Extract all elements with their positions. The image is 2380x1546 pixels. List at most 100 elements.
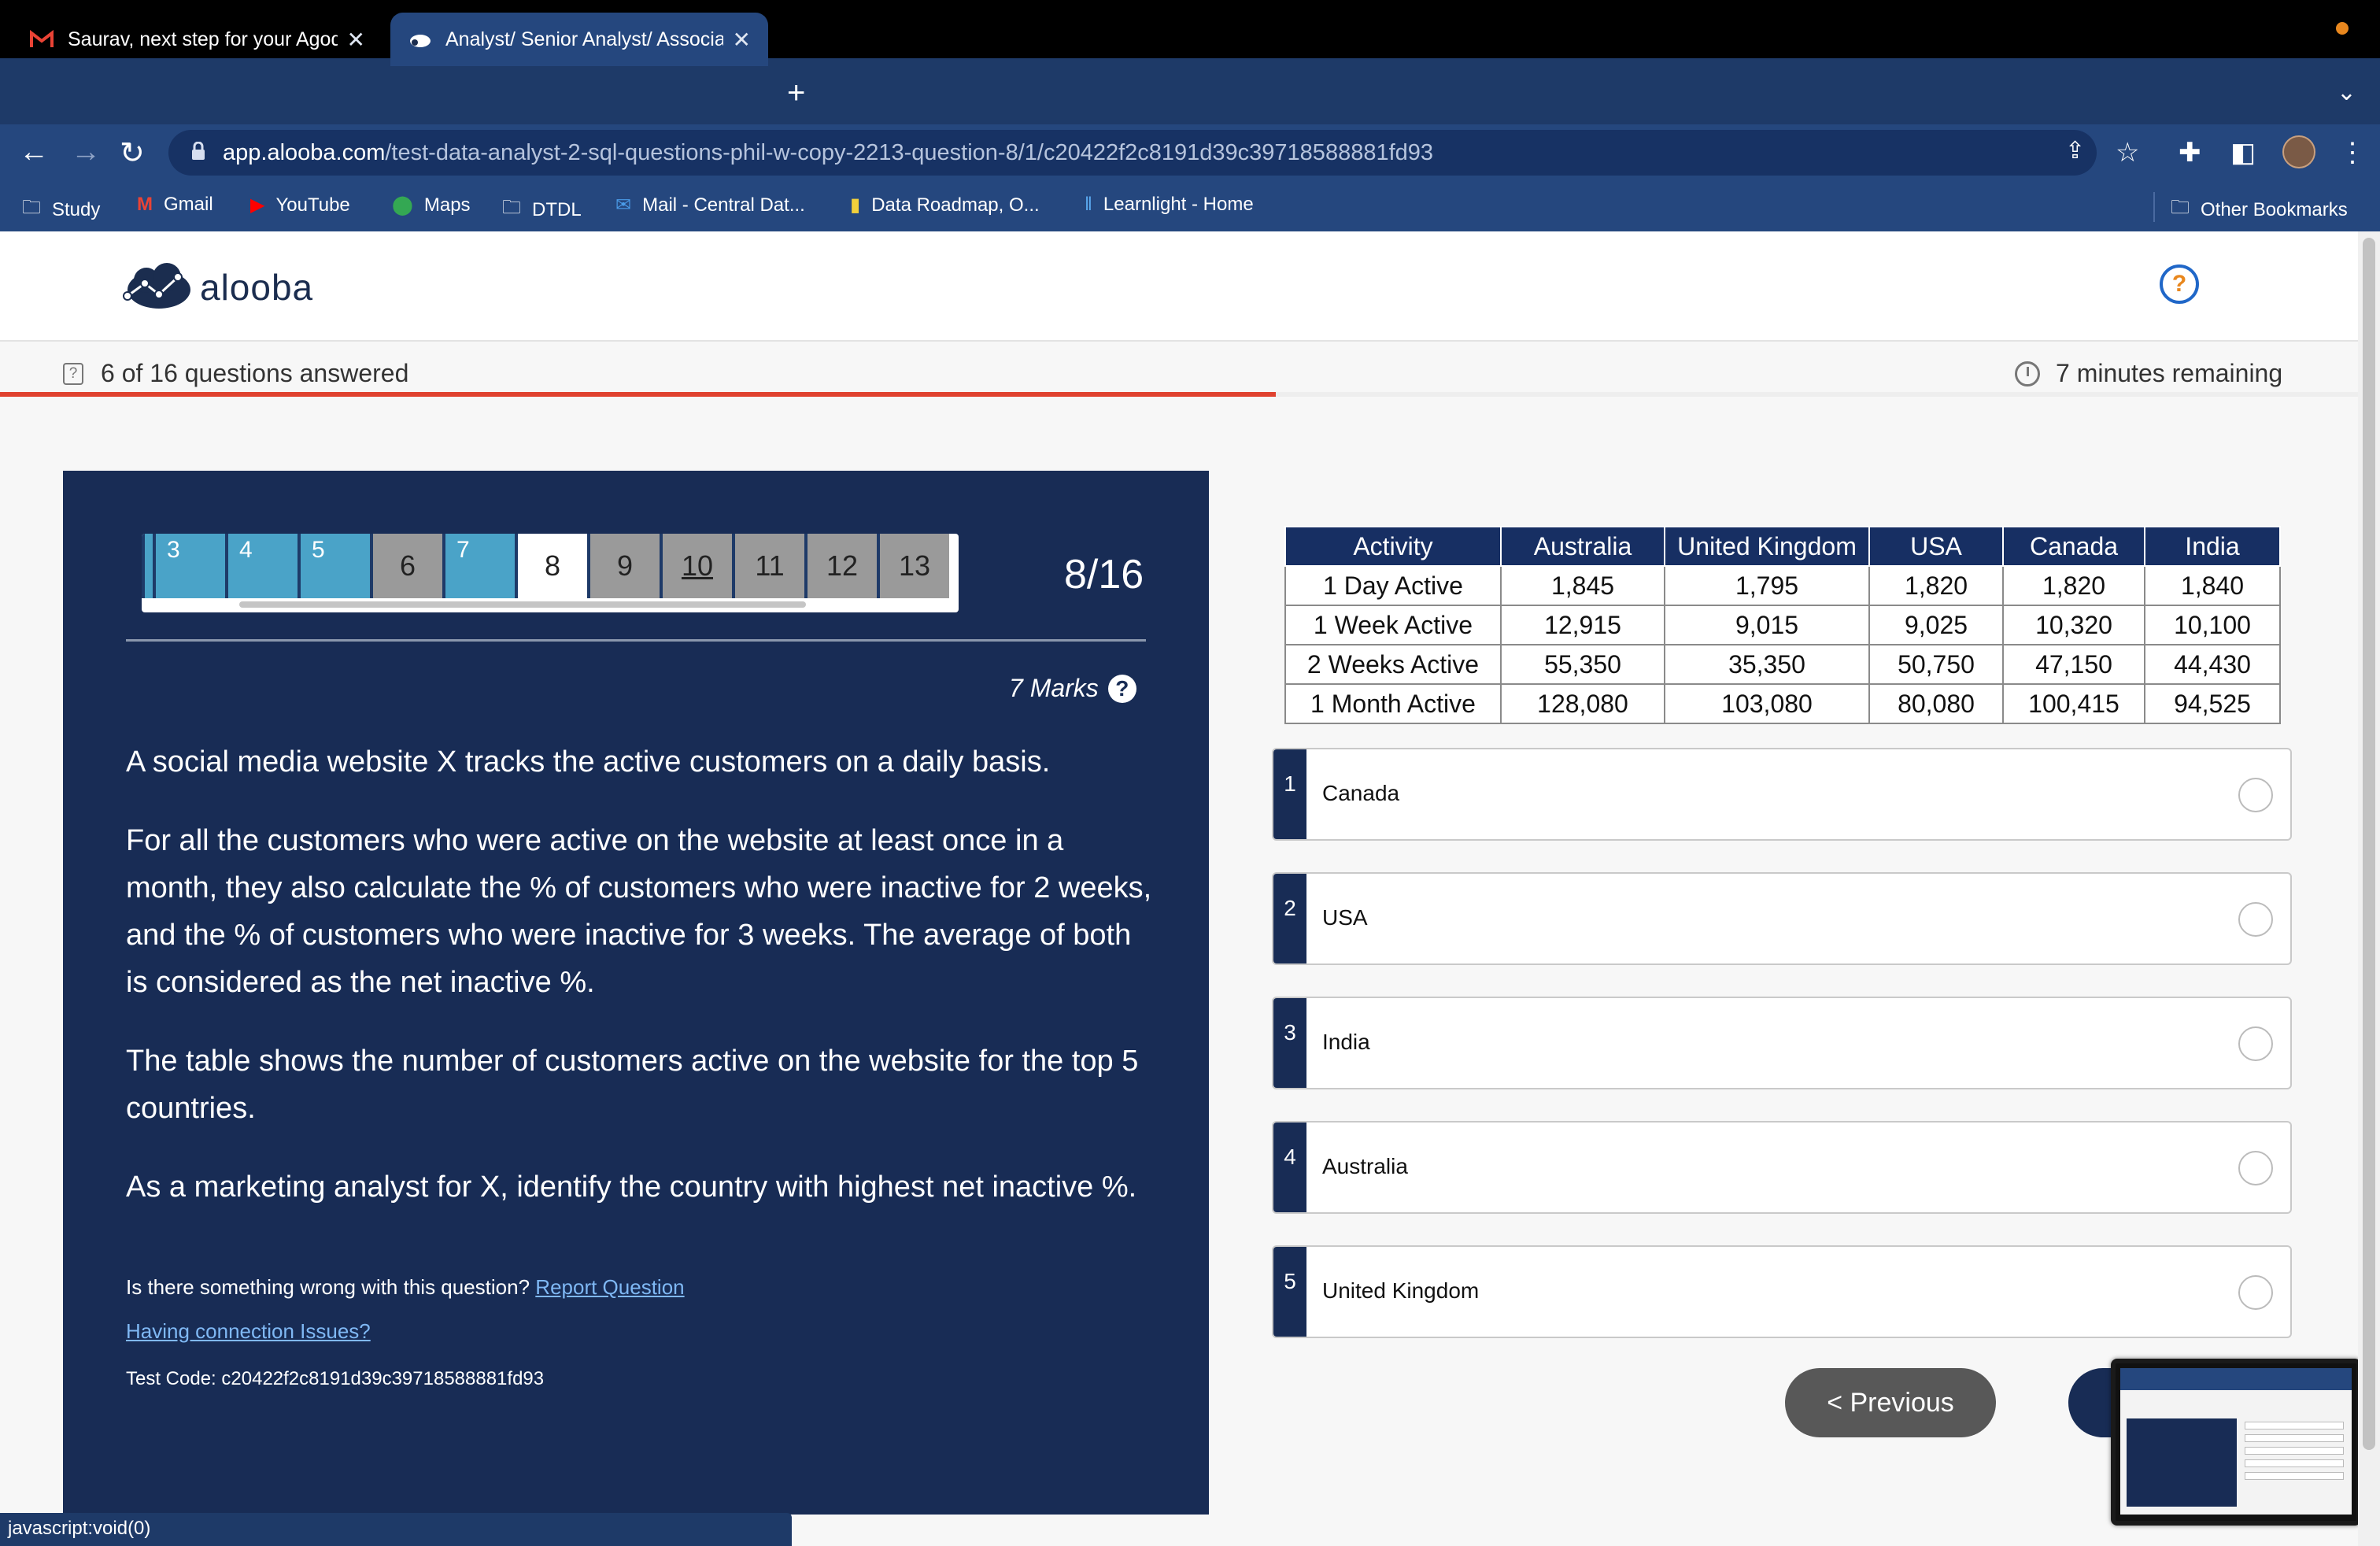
question-nav-number: 12 [826, 549, 859, 582]
option-radio[interactable] [2238, 902, 2273, 937]
bookmark-outlook-mail[interactable]: ✉ Mail - Central Dat... [615, 194, 805, 216]
tab-gmail[interactable]: Saurav, next step for your Agoda applica… [13, 13, 382, 66]
connection-issues-link[interactable]: Having connection Issues? [126, 1319, 371, 1343]
bookmark-star-icon[interactable]: ☆ [2116, 137, 2139, 168]
outlook-icon: ✉ [615, 194, 632, 216]
page-scrollbar[interactable] [2358, 231, 2380, 1546]
bookmark-data-roadmap[interactable]: ▮ Data Roadmap, O... [850, 194, 1040, 216]
preview-browser-chrome [2120, 1368, 2352, 1390]
question-nav-cell[interactable] [142, 534, 153, 598]
page-scrollbar-thumb[interactable] [2363, 238, 2375, 1450]
table-cell: 100,415 [2002, 683, 2145, 724]
bookmark-dtdl[interactable]: 🗀 DTDL [502, 194, 582, 226]
tab-title: Analyst/ Senior Analyst/ Associate [445, 28, 723, 50]
new-tab-icon[interactable]: + [787, 76, 805, 111]
question-nav-cell[interactable]: 13 [877, 534, 949, 598]
question-nav-cell[interactable]: 7 [442, 534, 515, 598]
option-radio[interactable] [2238, 1026, 2273, 1061]
question-navigator[interactable]: 3 4 5 6 7 8 9 10 11 12 13 [142, 534, 959, 612]
gmail-icon [30, 29, 54, 49]
table-cell: 1,840 [2144, 565, 2281, 606]
question-nav-cell[interactable]: 3 [153, 534, 225, 598]
report-question-link[interactable]: Report Question [535, 1275, 684, 1299]
question-nav-cell[interactable]: 5 [298, 534, 370, 598]
option-label: USA [1322, 905, 1368, 930]
other-bookmarks[interactable]: 🗀 Other Bookmarks [2171, 194, 2348, 226]
question-nav-cell[interactable]: 8 [515, 534, 587, 598]
question-prompt: As a marketing analyst for X, identify t… [126, 1171, 1137, 1204]
answer-option-united-kingdom[interactable]: 5 United Kingdom [1272, 1245, 2292, 1338]
option-label: Australia [1322, 1154, 1408, 1178]
option-number: 5 [1273, 1247, 1306, 1337]
tab-search-chevron-icon[interactable]: ⌄ [2337, 79, 2356, 106]
report-question-row: Is there something wrong with this quest… [126, 1275, 685, 1300]
close-tab-icon[interactable]: ✕ [733, 27, 751, 53]
gmail-icon: M [137, 194, 153, 215]
question-paragraph: A social media website X tracks the acti… [126, 745, 1051, 779]
divider [126, 639, 1146, 642]
answer-option-australia[interactable]: 4 Australia [1272, 1121, 2292, 1214]
answer-option-usa[interactable]: 2 USA [1272, 872, 2292, 965]
bookmark-study[interactable]: 🗀 Study [22, 194, 100, 226]
share-icon[interactable]: ⇪ [2065, 137, 2085, 165]
bookmark-youtube[interactable]: ▶ YouTube [250, 194, 350, 216]
answer-option-canada[interactable]: 1 Canada [1272, 748, 2292, 841]
avatar[interactable] [2282, 135, 2315, 168]
question-nav-cell[interactable]: 11 [732, 534, 804, 598]
table-header-row: Activity Australia United Kingdom USA Ca… [1284, 526, 2281, 567]
question-nav-cell[interactable]: 6 [370, 534, 442, 598]
option-number: 2 [1273, 874, 1306, 963]
recording-indicator-icon [2336, 22, 2349, 35]
reload-icon[interactable]: ↻ [120, 135, 145, 171]
close-tab-icon[interactable]: ✕ [347, 27, 365, 53]
forward-arrow-icon[interactable]: → [71, 135, 101, 169]
side-panel-icon[interactable]: ◧ [2230, 137, 2256, 168]
question-paragraph: For all the customers who were active on… [126, 824, 1152, 999]
answered-text: 6 of 16 questions answered [101, 359, 409, 387]
folder-icon: 🗀 [502, 197, 521, 218]
question-nav-number: 3 [167, 537, 180, 563]
table-cell: 1,795 [1664, 565, 1870, 606]
bookmark-learnlight[interactable]: ‖ Learnlight - Home [1085, 194, 1254, 216]
help-button[interactable]: ? [2160, 264, 2199, 304]
option-number: 3 [1273, 998, 1306, 1088]
marks-help-icon[interactable]: ? [1107, 674, 1136, 703]
browser-status-bar: javascript:void(0) [0, 1513, 792, 1546]
alooba-logo[interactable]: alooba [118, 260, 313, 315]
question-nav-cell[interactable]: 4 [225, 534, 298, 598]
question-nav-number: 11 [755, 549, 785, 582]
url-text[interactable]: app.alooba.com/test-data-analyst-2-sql-q… [223, 140, 1433, 166]
option-radio[interactable] [2238, 1151, 2273, 1185]
site-header [0, 231, 2358, 342]
alooba-favicon-icon [408, 30, 431, 49]
question-nav-number: 8 [544, 549, 561, 582]
questions-answered: ? 6 of 16 questions answered [63, 359, 408, 388]
option-radio[interactable] [2238, 778, 2273, 812]
table-cell: 1 Week Active [1284, 605, 1502, 645]
bookmark-gmail[interactable]: M Gmail [137, 194, 213, 216]
bookmark-maps[interactable]: ⬤ Maps [392, 194, 471, 216]
question-marks: 7 Marks ? [1009, 674, 1136, 703]
lock-icon [192, 142, 205, 160]
navigator-scrollbar[interactable] [239, 601, 806, 608]
folder-icon: 🗀 [2171, 197, 2190, 218]
menu-kebab-icon[interactable]: ⋮ [2339, 137, 2366, 168]
back-arrow-icon[interactable]: ← [19, 135, 49, 169]
question-nav-cell[interactable]: 10 [660, 534, 732, 598]
extensions-puzzle-icon[interactable]: ✚ [2179, 137, 2201, 168]
table-cell: 80,080 [1868, 683, 2004, 724]
column-header: Australia [1500, 526, 1665, 567]
alooba-cloud-icon [123, 263, 190, 309]
question-nav-cell[interactable]: 12 [804, 534, 877, 598]
tab-alooba[interactable]: Analyst/ Senior Analyst/ Associate ✕ [390, 13, 768, 66]
activity-table: Activity Australia United Kingdom USA Ca… [1284, 526, 2281, 724]
question-nav-cell[interactable]: 9 [587, 534, 660, 598]
screen-share-preview[interactable] [2111, 1359, 2361, 1526]
option-label: India [1322, 1030, 1370, 1054]
table-cell: 47,150 [2002, 644, 2145, 685]
option-radio[interactable] [2238, 1275, 2273, 1310]
previous-button[interactable]: < Previous [1785, 1368, 1996, 1437]
answer-option-india[interactable]: 3 India [1272, 997, 2292, 1089]
table-cell: 35,350 [1664, 644, 1870, 685]
miro-icon: ▮ [850, 194, 861, 216]
